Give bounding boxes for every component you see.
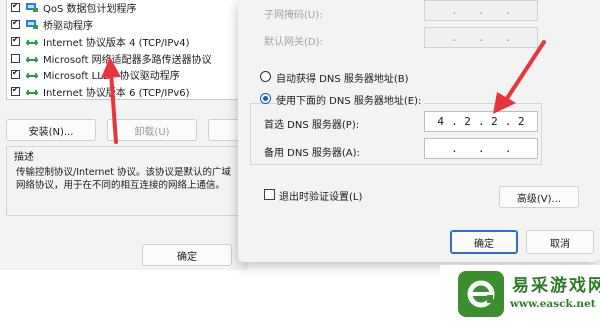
- red-arrow-left: [101, 57, 121, 144]
- red-arrow-right: [493, 40, 546, 114]
- watermark-url: www.easck.net: [510, 298, 596, 310]
- watermark-title: 易采游戏网: [512, 276, 600, 296]
- site-logo-icon: [458, 271, 504, 317]
- watermark: 易采游戏网 www.easck.net: [440, 265, 600, 325]
